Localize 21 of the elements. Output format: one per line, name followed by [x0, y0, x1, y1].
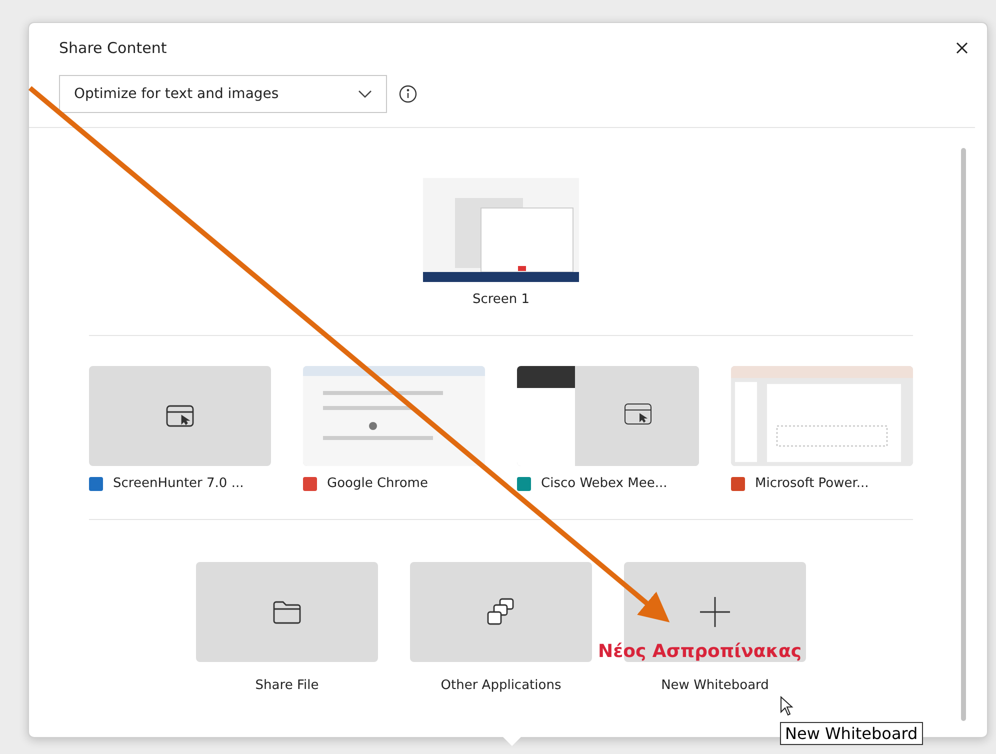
application-name: ScreenHunter 7.0 ...: [113, 476, 244, 491]
folder-icon: [273, 600, 301, 624]
dialog-title: Share Content: [59, 39, 167, 57]
info-icon[interactable]: [399, 85, 417, 103]
chevron-down-icon: [358, 90, 372, 98]
share-option-label: Share File: [255, 678, 319, 693]
mouse-pointer-icon: [780, 696, 794, 716]
application-preview[interactable]: [517, 366, 699, 466]
plus-icon: [700, 597, 730, 627]
application-name: Microsoft Power...: [755, 476, 869, 491]
window-icon: [166, 405, 194, 427]
share-option-label: New Whiteboard: [661, 678, 769, 693]
scrollbar[interactable]: [961, 148, 966, 721]
application-name: Cisco Webex Mee...: [541, 476, 668, 491]
application-name: Google Chrome: [327, 476, 428, 491]
annotation-text: Νέος Ασπροπίνακας: [598, 641, 802, 663]
screen-label: Screen 1: [472, 292, 530, 307]
tooltip: New Whiteboard: [780, 722, 923, 745]
share-option-label: Other Applications: [440, 678, 562, 693]
optimize-dropdown[interactable]: Optimize for text and images: [59, 75, 387, 113]
stacked-windows-icon: [487, 598, 515, 626]
